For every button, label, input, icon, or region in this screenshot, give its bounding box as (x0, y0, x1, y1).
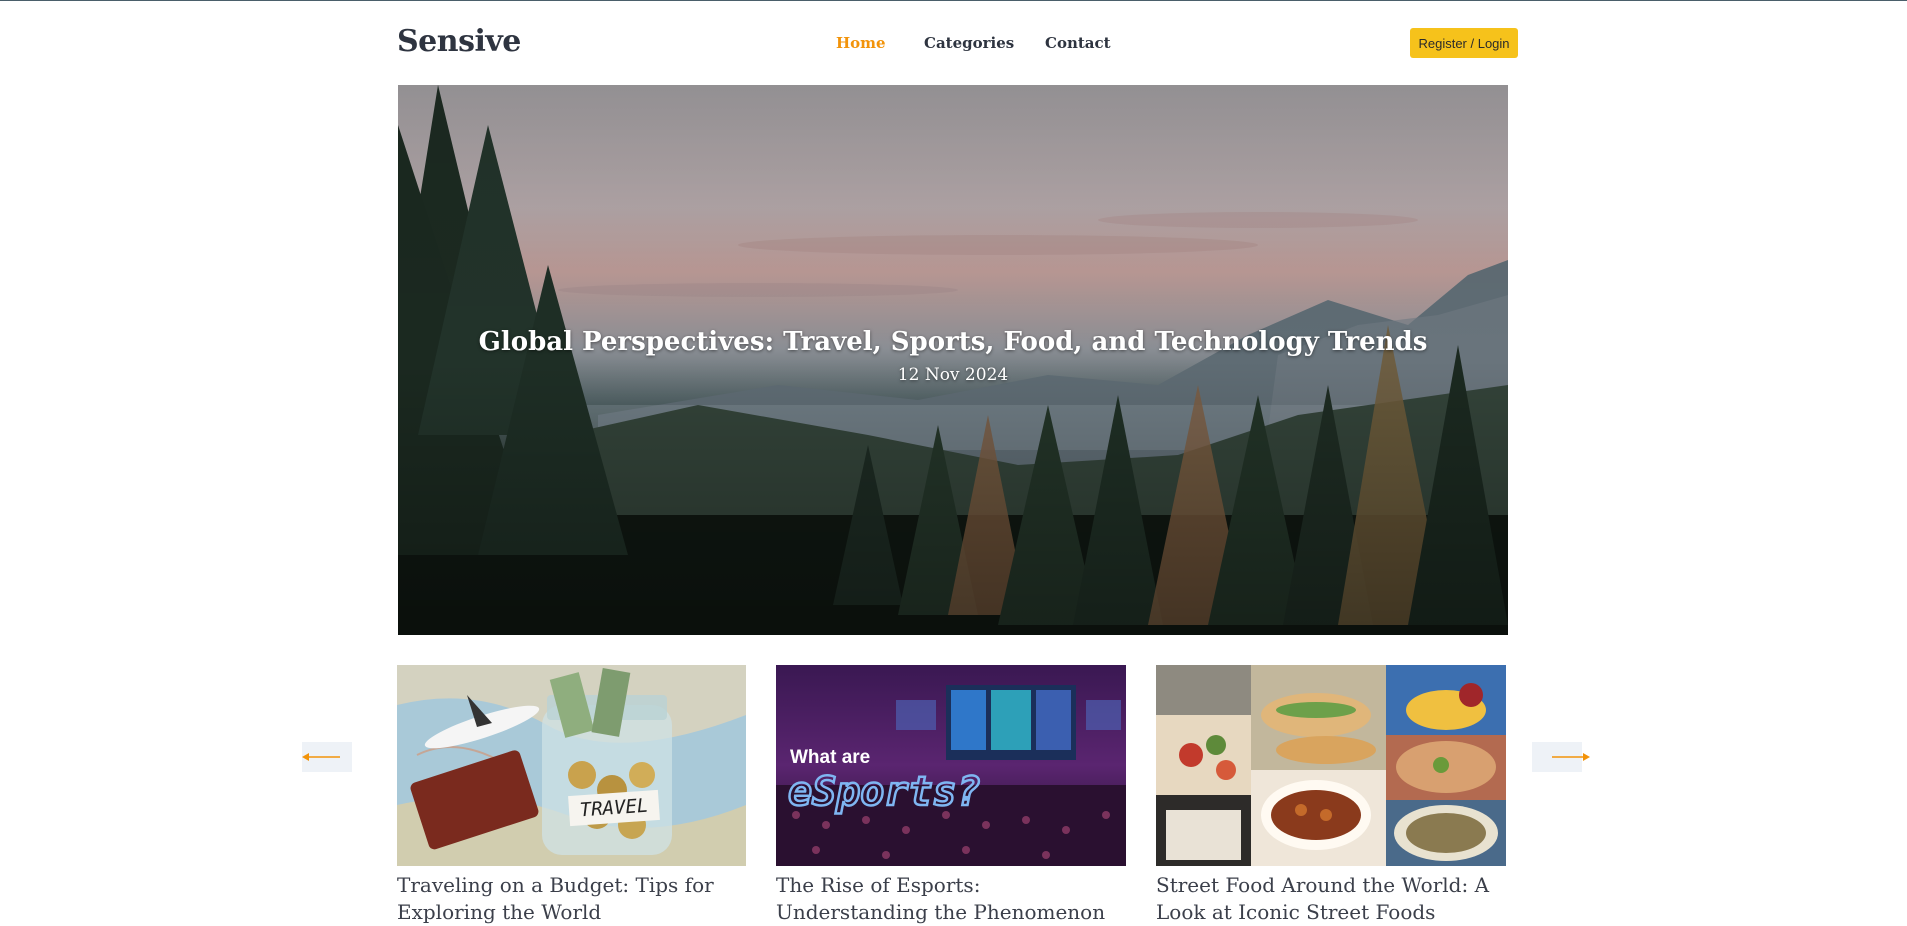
travel-image[interactable]: TRAVEL (397, 665, 746, 866)
esports-image-text-top: What are (790, 747, 870, 768)
hero-banner[interactable]: Global Perspectives: Travel, Sports, Foo… (398, 85, 1508, 635)
street-food-image[interactable] (1156, 665, 1506, 866)
esports-image[interactable]: What are eSports? (776, 665, 1126, 866)
post-card-esports[interactable]: What are eSports? The Rise of Esports: U… (776, 665, 1126, 926)
post-card-title[interactable]: Street Food Around the World: A Look at … (1156, 872, 1506, 926)
post-card-title[interactable]: The Rise of Esports: Understanding the P… (776, 872, 1126, 926)
arrow-left-icon (302, 753, 340, 761)
nav-home[interactable]: Home (836, 34, 886, 52)
slider-prev-button[interactable] (302, 742, 352, 772)
hero-date: 12 Nov 2024 (897, 365, 1009, 385)
hero-landscape-image (398, 85, 1508, 635)
hero-title[interactable]: Global Perspectives: Travel, Sports, Foo… (398, 327, 1508, 357)
esports-image-text-main: eSports? (788, 769, 981, 815)
arrow-right-icon (1552, 753, 1590, 761)
site-logo[interactable]: Sensive (397, 24, 521, 59)
slider-next-button[interactable] (1532, 742, 1590, 772)
top-border (0, 0, 1907, 1)
post-card-title[interactable]: Traveling on a Budget: Tips for Explorin… (397, 872, 746, 926)
register-login-button[interactable]: Register / Login (1410, 28, 1518, 58)
post-card-travel[interactable]: TRAVEL Traveling on a Budget: Tips for E… (397, 665, 746, 926)
nav-categories[interactable]: Categories (924, 34, 1014, 52)
nav-contact[interactable]: Contact (1045, 34, 1111, 52)
post-card-street-food[interactable]: Street Food Around the World: A Look at … (1156, 665, 1506, 926)
